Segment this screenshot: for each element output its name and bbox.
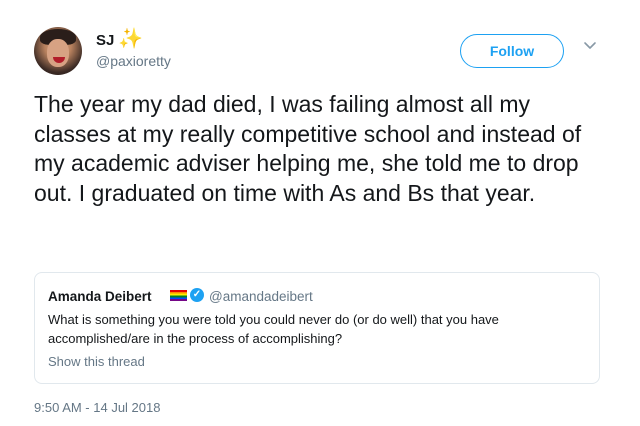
author-handle[interactable]: @paxioretty xyxy=(96,53,171,69)
tweet-timestamp[interactable]: 9:50 AM - 14 Jul 2018 xyxy=(34,400,160,415)
sparkles-icon: ✨ xyxy=(118,28,143,50)
avatar[interactable] xyxy=(34,27,82,75)
chevron-down-icon[interactable] xyxy=(582,38,598,54)
quoted-author-name: Amanda Deibert xyxy=(48,289,152,304)
quoted-tweet-card[interactable]: Amanda Deibert ✓ @amandadeibert What is … xyxy=(34,272,600,384)
rainbow-flag-icon xyxy=(170,290,187,301)
show-thread-link[interactable]: Show this thread xyxy=(48,354,145,369)
verified-badge-icon: ✓ xyxy=(190,288,204,302)
quoted-tweet-text: What is something you were told you coul… xyxy=(48,312,499,346)
tweet-text: The year my dad died, I was failing almo… xyxy=(34,91,582,206)
quoted-author-handle: @amandadeibert xyxy=(209,289,313,304)
follow-button[interactable]: Follow xyxy=(460,34,564,68)
author-display-name[interactable]: SJ xyxy=(96,32,114,49)
